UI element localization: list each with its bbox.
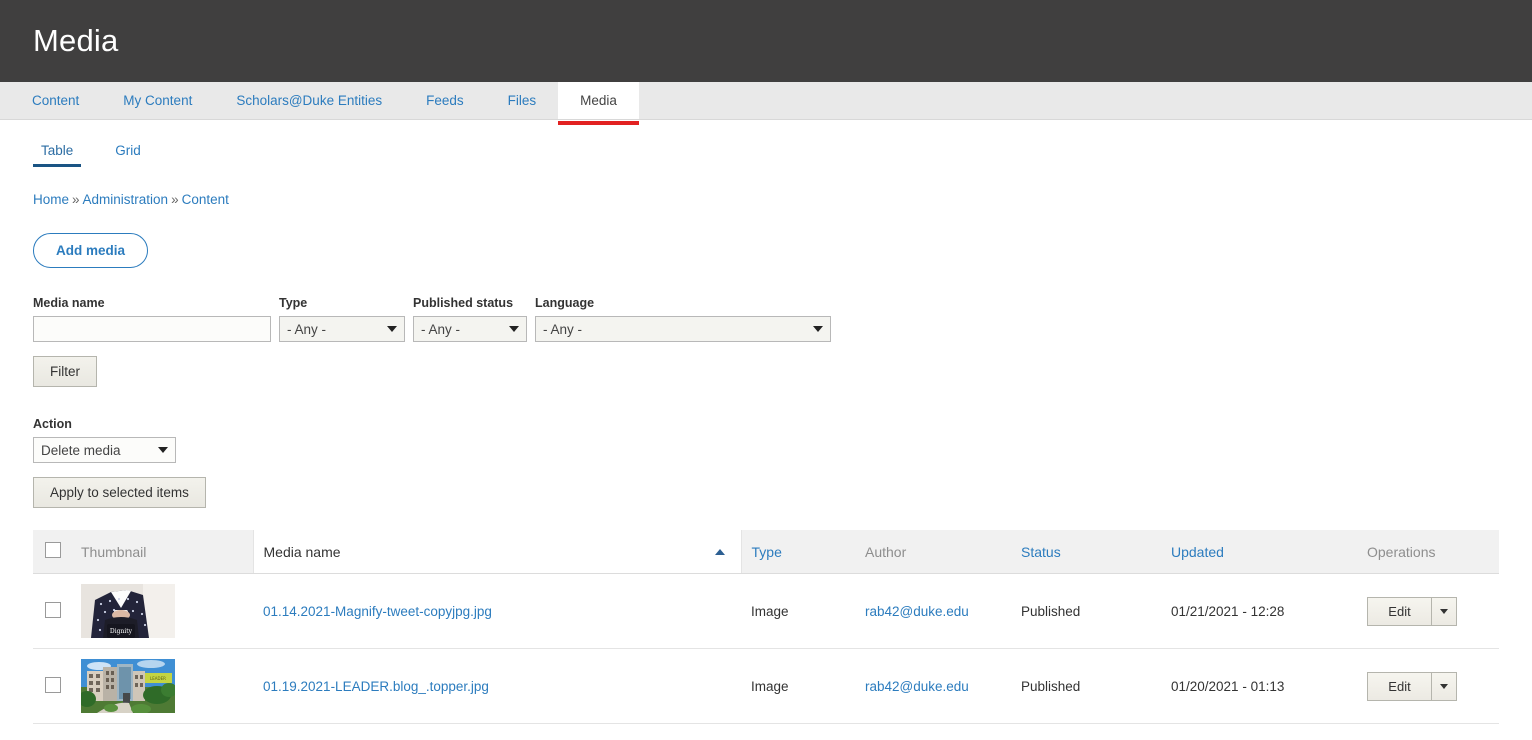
column-header-type[interactable]: Type (741, 530, 855, 574)
bulk-action-section: Action Delete media Apply to selected it… (0, 387, 1532, 508)
type-select-value: - Any - (287, 321, 327, 337)
breadcrumb: Home» Administration» Content (0, 167, 1532, 207)
row-thumbnail-cell: Dignity (71, 573, 253, 649)
sort-ascending-icon (714, 548, 725, 555)
row-checkbox[interactable] (45, 601, 61, 618)
operations-split-button: Edit (1367, 671, 1457, 701)
tab-my-content[interactable]: My Content (101, 82, 214, 119)
author-link[interactable]: rab42@duke.edu (865, 679, 969, 694)
row-author-cell: rab42@duke.edu (855, 573, 1011, 649)
language-select-value: - Any - (543, 321, 583, 337)
media-table-head: Thumbnail Media name Type Author Status … (33, 530, 1499, 574)
svg-text:LEADER: LEADER (150, 676, 166, 681)
filter-media-name-group: Media name (33, 296, 271, 342)
column-header-operations: Operations (1357, 530, 1499, 574)
row-thumbnail-cell: LEADER (71, 648, 253, 724)
tab-feeds[interactable]: Feeds (404, 82, 486, 119)
action-label: Action (33, 417, 72, 431)
row-media-name-cell: 01.14.2021-Magnify-tweet-copyjpg.jpg (253, 573, 741, 649)
operations-split-button: Edit (1367, 596, 1457, 626)
row-status-cell: Published (1011, 648, 1161, 724)
media-name-link[interactable]: 01.19.2021-LEADER.blog_.topper.jpg (263, 679, 489, 694)
media-table-body: Dignity 01.14.2021-Magnify-tweet-copyjpg… (33, 573, 1499, 724)
media-name-link[interactable]: 01.14.2021-Magnify-tweet-copyjpg.jpg (263, 604, 492, 619)
row-select-cell (33, 648, 71, 724)
thumbnail-image-campus-building[interactable]: LEADER (81, 659, 175, 713)
chevron-down-icon (1440, 608, 1448, 614)
breadcrumb-item-administration[interactable]: Administration (83, 192, 169, 207)
secondary-tab-bar: Table Grid (0, 120, 1532, 167)
select-all-checkbox[interactable] (45, 542, 61, 558)
bulk-action-select[interactable]: Delete media (33, 437, 176, 463)
breadcrumb-separator: » (72, 192, 80, 207)
column-header-updated[interactable]: Updated (1161, 530, 1357, 574)
breadcrumb-item-home[interactable]: Home (33, 192, 69, 207)
row-operations-cell: Edit (1357, 648, 1499, 724)
bulk-action-select-value: Delete media (41, 442, 121, 458)
chevron-down-icon (1440, 683, 1448, 689)
action-links: Add media (0, 207, 1532, 268)
column-header-author: Author (855, 530, 1011, 574)
breadcrumb-item-content[interactable]: Content (182, 192, 229, 207)
row-operations-cell: Edit (1357, 573, 1499, 649)
edit-button[interactable]: Edit (1367, 596, 1431, 626)
row-type-cell: Image (741, 573, 855, 649)
type-select[interactable]: - Any - (279, 316, 405, 342)
media-name-input[interactable] (33, 316, 271, 342)
page-header: Media (0, 0, 1532, 82)
primary-tab-bar: Content My Content Scholars@Duke Entitie… (0, 82, 1532, 125)
tab-media[interactable]: Media (558, 82, 639, 125)
filter-language-group: Language - Any - (535, 296, 831, 342)
breadcrumb-separator: » (171, 192, 179, 207)
filter-button-wrap: Filter (0, 342, 1532, 387)
language-label: Language (535, 296, 595, 310)
chevron-down-icon (509, 326, 519, 332)
row-type-cell: Image (741, 648, 855, 724)
apply-button-wrap: Apply to selected items (33, 477, 1532, 508)
svg-text:Dignity: Dignity (110, 628, 133, 635)
author-link[interactable]: rab42@duke.edu (865, 604, 969, 619)
page-title: Media (33, 23, 119, 58)
row-select-cell (33, 573, 71, 649)
media-name-label: Media name (33, 296, 105, 310)
row-status-cell: Published (1011, 573, 1161, 649)
filter-button[interactable]: Filter (33, 356, 97, 387)
tab-files[interactable]: Files (486, 82, 559, 119)
apply-to-selected-items-button[interactable]: Apply to selected items (33, 477, 206, 508)
chevron-down-icon (813, 326, 823, 332)
column-header-status[interactable]: Status (1011, 530, 1161, 574)
published-status-select-value: - Any - (421, 321, 461, 337)
table-row: Dignity 01.14.2021-Magnify-tweet-copyjpg… (33, 573, 1499, 649)
column-header-media-name[interactable]: Media name (252, 530, 742, 574)
subtab-table[interactable]: Table (33, 140, 82, 167)
row-media-name-cell: 01.19.2021-LEADER.blog_.topper.jpg (253, 648, 741, 724)
tab-content[interactable]: Content (10, 82, 101, 119)
thumbnail-image-person-in-polka-dot-suit[interactable]: Dignity (81, 584, 175, 638)
table-row: LEADER 01.19.2021-LEADER.blog_.topper.jp… (33, 648, 1499, 724)
chevron-down-icon (387, 326, 397, 332)
language-select[interactable]: - Any - (535, 316, 831, 342)
row-author-cell: rab42@duke.edu (855, 648, 1011, 724)
operations-dropdown-toggle[interactable] (1431, 596, 1457, 626)
published-status-select[interactable]: - Any - (413, 316, 527, 342)
column-header-media-name-label: Media name (263, 543, 341, 560)
edit-button[interactable]: Edit (1367, 671, 1431, 701)
subtab-grid[interactable]: Grid (107, 140, 149, 167)
filter-bar: Media name Type - Any - Published status… (0, 268, 1532, 342)
row-updated-cell: 01/20/2021 - 01:13 (1161, 648, 1357, 724)
chevron-down-icon (158, 447, 168, 453)
tab-scholars-duke-entities[interactable]: Scholars@Duke Entities (214, 82, 404, 119)
media-table: Thumbnail Media name Type Author Status … (33, 530, 1499, 724)
select-all-header (33, 530, 71, 574)
add-media-button[interactable]: Add media (33, 233, 149, 268)
column-header-thumbnail: Thumbnail (71, 530, 253, 574)
table-header-row: Thumbnail Media name Type Author Status … (33, 530, 1499, 574)
row-updated-cell: 01/21/2021 - 12:28 (1161, 573, 1357, 649)
published-status-label: Published status (413, 296, 514, 310)
filter-type-group: Type - Any - (279, 296, 405, 342)
type-label: Type (279, 296, 308, 310)
row-checkbox[interactable] (45, 676, 61, 693)
operations-dropdown-toggle[interactable] (1431, 671, 1457, 701)
filter-published-status-group: Published status - Any - (413, 296, 527, 342)
